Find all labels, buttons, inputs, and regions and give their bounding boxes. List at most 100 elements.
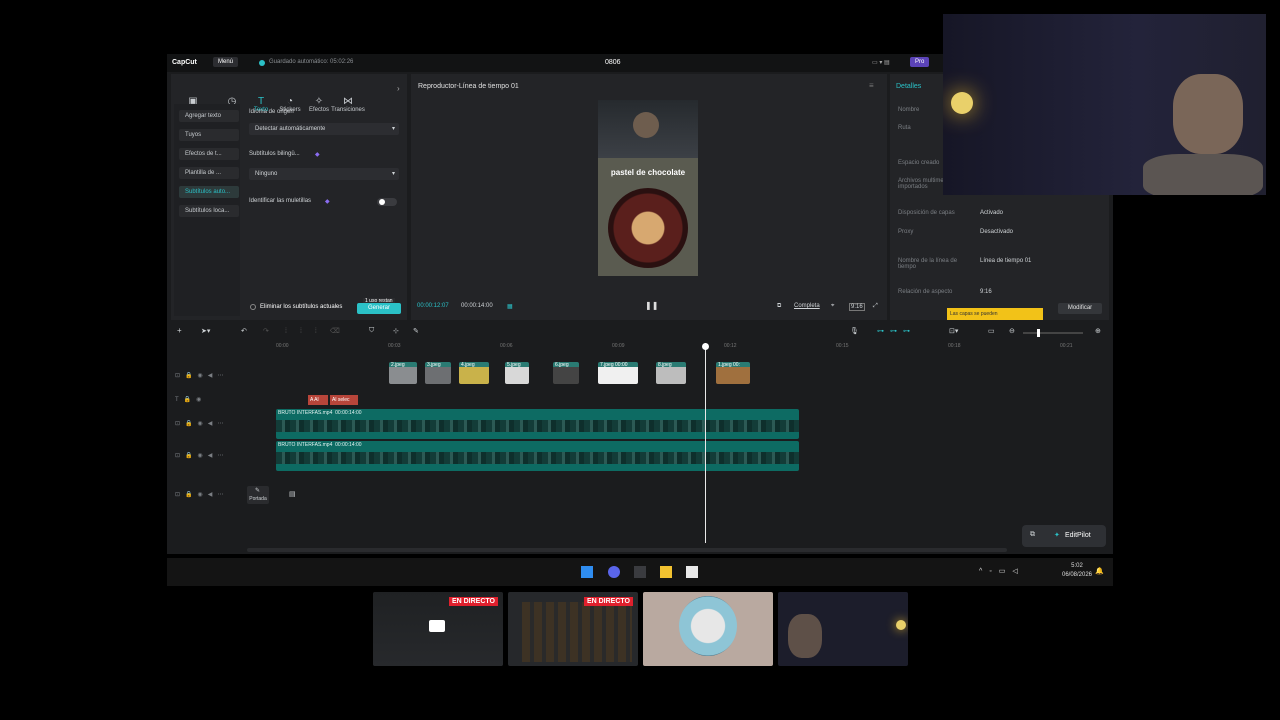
toolbar-transiciones[interactable]: ⋈ Transiciones <box>330 96 366 118</box>
track-controls[interactable]: ⊡🔒◉◀⋯ <box>175 452 228 459</box>
source-language-select[interactable]: Detectar automáticamente <box>249 123 399 135</box>
video-clip-label: BRUTO INTERFAS.mp4 00:00:14:00 <box>278 442 362 448</box>
person-figure <box>633 112 659 138</box>
snap-icon[interactable]: ⊡▾ <box>949 327 958 335</box>
track-controls[interactable]: ⊡🔒◉◀⋯ <box>175 491 228 498</box>
image-clip[interactable]: 4.jpeg <box>459 362 489 384</box>
shield-icon[interactable]: ⛉ <box>369 327 374 335</box>
transitions-icon: ⋈ <box>343 96 353 107</box>
details-tab[interactable]: Detalles <box>896 83 921 90</box>
left-panel: ▣Archivos multimedia◷AudioTTexto◔Sticker… <box>171 74 407 320</box>
track-controls[interactable]: ⊡🔒◉◀⋯ <box>175 420 228 427</box>
ratio-button[interactable]: 9:16 <box>849 303 865 311</box>
stream-window[interactable] <box>778 592 908 666</box>
preview-icon[interactable]: ▭ <box>988 327 995 335</box>
quality-select[interactable]: Completa <box>794 303 820 309</box>
crop-icon[interactable]: ⧉ <box>777 303 781 310</box>
feedback-icon[interactable]: ⧉ <box>1030 531 1035 539</box>
app-icon[interactable] <box>634 566 646 578</box>
generate-button[interactable]: Generar <box>357 303 401 314</box>
detail-key: Nombre de la línea de tiempo <box>898 258 958 270</box>
zoom-slider[interactable] <box>1023 329 1083 337</box>
stream-window[interactable]: EN DIRECTO <box>373 592 503 666</box>
menu-icon[interactable]: ≡ <box>869 81 874 90</box>
stream-window[interactable] <box>643 592 773 666</box>
microphone-icon[interactable]: 🎙 <box>850 327 859 335</box>
detail-key: Proxy <box>898 229 914 235</box>
playhead-handle[interactable] <box>701 343 709 350</box>
discord-icon[interactable] <box>608 566 620 578</box>
undo-icon[interactable]: ↶ <box>241 327 247 335</box>
image-clip[interactable]: 3.jpeg <box>425 362 451 384</box>
redo-icon[interactable]: ↷ <box>263 327 269 335</box>
focus-icon[interactable]: ⌖ <box>831 303 834 310</box>
image-clip-label: 8.jpeg <box>658 362 672 368</box>
add-icon[interactable]: + <box>177 326 182 335</box>
identify-fillers-toggle[interactable] <box>377 198 397 206</box>
detail-value: Activado <box>980 210 1004 216</box>
editpilot-icon: ✦ <box>1054 532 1060 539</box>
image-clip[interactable]: 6.jpeg <box>553 362 579 384</box>
tray-icons[interactable]: ^◦▭◁ <box>979 567 1025 575</box>
bilingual-select[interactable]: Ninguno <box>249 168 399 180</box>
modify-button[interactable]: Modificar <box>1058 303 1102 314</box>
sidebar-item[interactable]: Plantilla de ... <box>179 167 239 179</box>
image-clip[interactable]: 2.jpeg <box>389 362 417 384</box>
sidebar-item[interactable]: Agregar texto <box>179 110 239 122</box>
image-clip[interactable]: 5.jpeg <box>505 362 529 384</box>
image-clip-label: 6.jpeg <box>555 362 569 368</box>
pro-badge[interactable]: Pro <box>910 57 930 67</box>
notification-icon[interactable]: 🔔 <box>1095 567 1104 575</box>
magic-icon[interactable]: ✎ <box>413 327 419 335</box>
chevron-right-icon[interactable]: › <box>397 84 400 93</box>
text-clip[interactable]: Al selec <box>330 395 358 405</box>
image-clip-label: 3.jpeg <box>427 362 441 368</box>
detail-key: Relación de aspecto <box>898 289 953 295</box>
editpilot-bar: ⧉ ✦ EditPilot <box>1022 525 1106 547</box>
menu-button[interactable]: Menú <box>213 57 239 67</box>
grid-icon[interactable]: ▦ <box>507 303 513 310</box>
toggle-knob <box>379 199 385 205</box>
playhead[interactable] <box>701 343 709 543</box>
sidebar-item[interactable]: Subtítulos loca... <box>179 205 239 217</box>
film-icon[interactable]: ▤ <box>289 490 296 498</box>
cover-button[interactable]: ✎ Portada <box>247 486 269 504</box>
capcut-icon[interactable] <box>686 566 698 578</box>
image-clip[interactable]: 7.jpeg 00:00 <box>598 362 638 384</box>
zoom-in-icon[interactable]: ⊕ <box>1095 327 1101 335</box>
editpilot-button[interactable]: EditPilot <box>1065 532 1091 539</box>
person-body <box>1143 154 1263 195</box>
split-icon[interactable]: ⊹ <box>393 327 399 335</box>
sidebar-item[interactable]: Tuyos <box>179 129 239 141</box>
ruler-tick: 00:09 <box>612 343 625 349</box>
clock-time: 5:02 <box>1071 563 1083 569</box>
stream-window[interactable]: EN DIRECTO <box>508 592 638 666</box>
remove-subtitles-checkbox[interactable] <box>250 304 256 310</box>
video-track-secondary[interactable]: BRUTO INTERFAS.mp4 00:00:14:00 <box>276 441 799 471</box>
stream-preview <box>522 602 632 662</box>
lamp-light <box>896 620 906 630</box>
layout-icon[interactable]: ▭ ▾ ▤ <box>872 59 890 66</box>
pause-button[interactable]: ❚❚ <box>645 301 658 310</box>
person-face <box>1173 74 1243 154</box>
bilingual-value: Ninguno <box>255 171 278 177</box>
image-clip[interactable]: 1.jpeg 00: <box>716 362 750 384</box>
video-preview[interactable]: pastel de chocolate <box>598 100 698 276</box>
text-clip[interactable]: A Al <box>308 395 328 405</box>
windows-icon[interactable] <box>581 566 593 578</box>
folder-icon[interactable] <box>660 566 672 578</box>
select-tool-icon[interactable]: ➤▾ <box>201 327 210 335</box>
horse-emblem <box>679 596 737 656</box>
sidebar-item[interactable]: Efectos de t... <box>179 148 239 160</box>
sidebar-item[interactable]: Subtítulos auto... <box>179 186 239 198</box>
image-clip[interactable]: 8.jpeg <box>656 362 686 384</box>
edit-tools-icon[interactable]: ⁞⁞⁞⌫ <box>285 327 353 335</box>
app-logo: CapCut <box>172 59 197 66</box>
timeline-scrollbar[interactable] <box>247 548 1007 552</box>
fullscreen-icon[interactable]: ⤢ <box>873 303 878 310</box>
video-track-main[interactable]: BRUTO INTERFAS.mp4 00:00:14:00 <box>276 409 799 439</box>
zoom-handle[interactable] <box>1037 329 1040 337</box>
link-tools-icon[interactable]: ⊶⊶⊶ <box>877 327 916 335</box>
zoom-out-icon[interactable]: ⊖ <box>1009 327 1015 335</box>
track-controls[interactable]: T🔒◉ <box>175 396 206 403</box>
